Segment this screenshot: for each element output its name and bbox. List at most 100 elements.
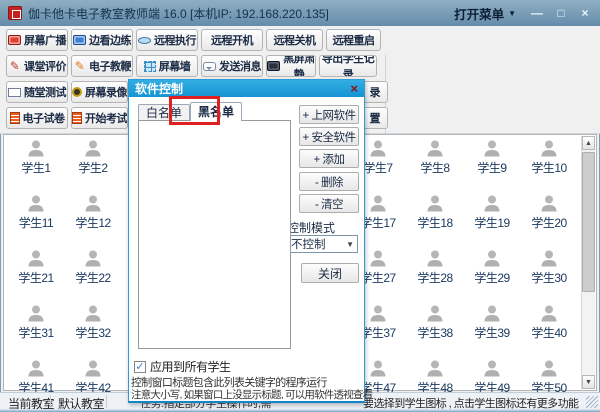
student-icon	[482, 194, 502, 214]
student-name: 学生9	[464, 159, 520, 176]
control-mode-select[interactable]: 不控制 ▼	[287, 235, 358, 253]
toolbar-button-label: 电子教鞭	[89, 58, 131, 74]
student-2[interactable]: 学生2	[65, 139, 121, 176]
student-icon	[539, 359, 559, 379]
toolbar-button-1-6[interactable]: 远程重启	[326, 29, 381, 51]
student-9[interactable]: 学生9	[464, 139, 520, 176]
student-8[interactable]: 学生8	[407, 139, 463, 176]
student-name: 学生38	[407, 324, 463, 341]
student-name: 学生31	[8, 324, 64, 341]
minimize-button[interactable]: —	[530, 6, 544, 20]
blacklist-listbox[interactable]	[138, 120, 291, 349]
student-19[interactable]: 学生19	[464, 194, 520, 231]
student-icon	[425, 304, 445, 324]
student-1[interactable]: 学生1	[8, 139, 64, 176]
toolbar-button-2-6[interactable]: 导出学生记录	[319, 55, 377, 77]
scrollbar-thumb[interactable]	[582, 152, 595, 292]
student-10[interactable]: 学生10	[521, 139, 577, 176]
student-50[interactable]: 学生50	[521, 359, 577, 396]
toolbar-button-2-1[interactable]: ✎课堂评价	[6, 55, 68, 77]
status-divider	[50, 395, 51, 408]
scrollbar[interactable]: ▲ ▼	[581, 136, 595, 389]
student-name: 学生40	[521, 324, 577, 341]
student-name: 学生21	[8, 269, 64, 286]
student-21[interactable]: 学生21	[8, 249, 64, 286]
student-38[interactable]: 学生38	[407, 304, 463, 341]
add-button[interactable]: + 添加	[299, 149, 359, 168]
student-11[interactable]: 学生11	[8, 194, 64, 231]
student-30[interactable]: 学生30	[521, 249, 577, 286]
student-42[interactable]: 学生42	[65, 359, 121, 396]
student-icon	[83, 359, 103, 379]
annotation-red-box	[169, 96, 220, 125]
student-41[interactable]: 学生41	[8, 359, 64, 396]
maximize-button[interactable]: □	[554, 6, 568, 20]
toolbar-button-2-5[interactable]: 黑屏肃静	[266, 55, 316, 77]
toolbar-button-3-1[interactable]: 随堂测试	[6, 81, 68, 103]
toolbar-button-2-3[interactable]: 屏幕墙	[136, 55, 198, 77]
toolbar-button-1-3[interactable]: 远程执行	[136, 29, 198, 51]
student-12[interactable]: 学生12	[65, 194, 121, 231]
toolbar-button-1-4[interactable]: 远程开机	[201, 29, 263, 51]
student-icon	[83, 304, 103, 324]
doc-orange-icon	[72, 112, 82, 124]
student-name: 学生30	[521, 269, 577, 286]
student-20[interactable]: 学生20	[521, 194, 577, 231]
student-49[interactable]: 学生49	[464, 359, 520, 396]
pencil-orange-icon: ✎	[73, 60, 86, 73]
student-28[interactable]: 学生28	[407, 249, 463, 286]
toolbar-button-1-5[interactable]: 远程关机	[266, 29, 323, 51]
student-29[interactable]: 学生29	[464, 249, 520, 286]
student-icon	[26, 194, 46, 214]
grid-blue-icon	[144, 61, 156, 72]
student-icon	[26, 249, 46, 269]
student-icon	[539, 249, 559, 269]
student-icon	[539, 139, 559, 159]
scroll-up-icon[interactable]: ▲	[582, 136, 595, 150]
toolbar-button-4-1[interactable]: 电子试卷	[6, 107, 68, 129]
student-icon	[83, 249, 103, 269]
disc-blue-icon	[138, 37, 151, 44]
dialog-close-button[interactable]: 关闭	[301, 263, 359, 283]
add-security-software-button[interactable]: + 安全软件	[299, 127, 359, 146]
add-internet-software-button[interactable]: + 上网软件	[299, 105, 359, 124]
student-icon	[26, 359, 46, 379]
pen-red-icon: ✎	[8, 60, 21, 73]
resize-grip[interactable]	[586, 396, 598, 408]
student-name: 学生12	[65, 214, 121, 231]
dialog-titlebar[interactable]: 软件控制 ×	[129, 80, 364, 97]
student-31[interactable]: 学生31	[8, 304, 64, 341]
open-menu-label: 打开菜单	[454, 4, 504, 23]
toolbar-button-2-4[interactable]: 发送消息	[201, 55, 263, 77]
toolbar-button-1-1[interactable]: 屏幕广播	[6, 29, 68, 51]
student-18[interactable]: 学生18	[407, 194, 463, 231]
toolbar-button-label: 电子试卷	[23, 110, 65, 126]
student-22[interactable]: 学生22	[65, 249, 121, 286]
close-button[interactable]: ×	[578, 6, 592, 20]
student-32[interactable]: 学生32	[65, 304, 121, 341]
dialog-hint-line-2: 注意大小写, 如果窗口上没显示标题, 可以用软件透视查看	[131, 387, 372, 402]
student-name: 学生1	[8, 159, 64, 176]
toolbar-button-2-2[interactable]: ✎电子教鞭	[71, 55, 133, 77]
titlebar: 伽卡他卡电子教室教师端 16.0 [本机IP: 192.168.220.135]…	[0, 0, 600, 26]
clear-button[interactable]: - 清空	[299, 194, 359, 213]
dialog-close-icon[interactable]: ×	[350, 82, 358, 95]
student-name: 学生22	[65, 269, 121, 286]
toolbar-button-4-2[interactable]: 开始考试	[71, 107, 128, 129]
apply-all-checkbox[interactable]: ✓	[134, 361, 146, 373]
student-39[interactable]: 学生39	[464, 304, 520, 341]
student-48[interactable]: 学生48	[407, 359, 463, 396]
open-menu-button[interactable]: 打开菜单 ▼	[454, 4, 530, 23]
delete-button[interactable]: - 删除	[299, 172, 359, 191]
toolbar-button-1-2[interactable]: 边看边练	[71, 29, 133, 51]
student-name: 学生32	[65, 324, 121, 341]
toolbar-button-3-2[interactable]: 屏幕录像	[71, 81, 128, 103]
student-icon	[425, 139, 445, 159]
student-icon	[482, 304, 502, 324]
student-icon	[425, 249, 445, 269]
student-40[interactable]: 学生40	[521, 304, 577, 341]
toolbar-button-label: 远程执行	[154, 32, 196, 48]
scroll-down-icon[interactable]: ▼	[582, 375, 595, 389]
screen-red-icon	[8, 35, 21, 45]
student-icon	[368, 304, 388, 324]
